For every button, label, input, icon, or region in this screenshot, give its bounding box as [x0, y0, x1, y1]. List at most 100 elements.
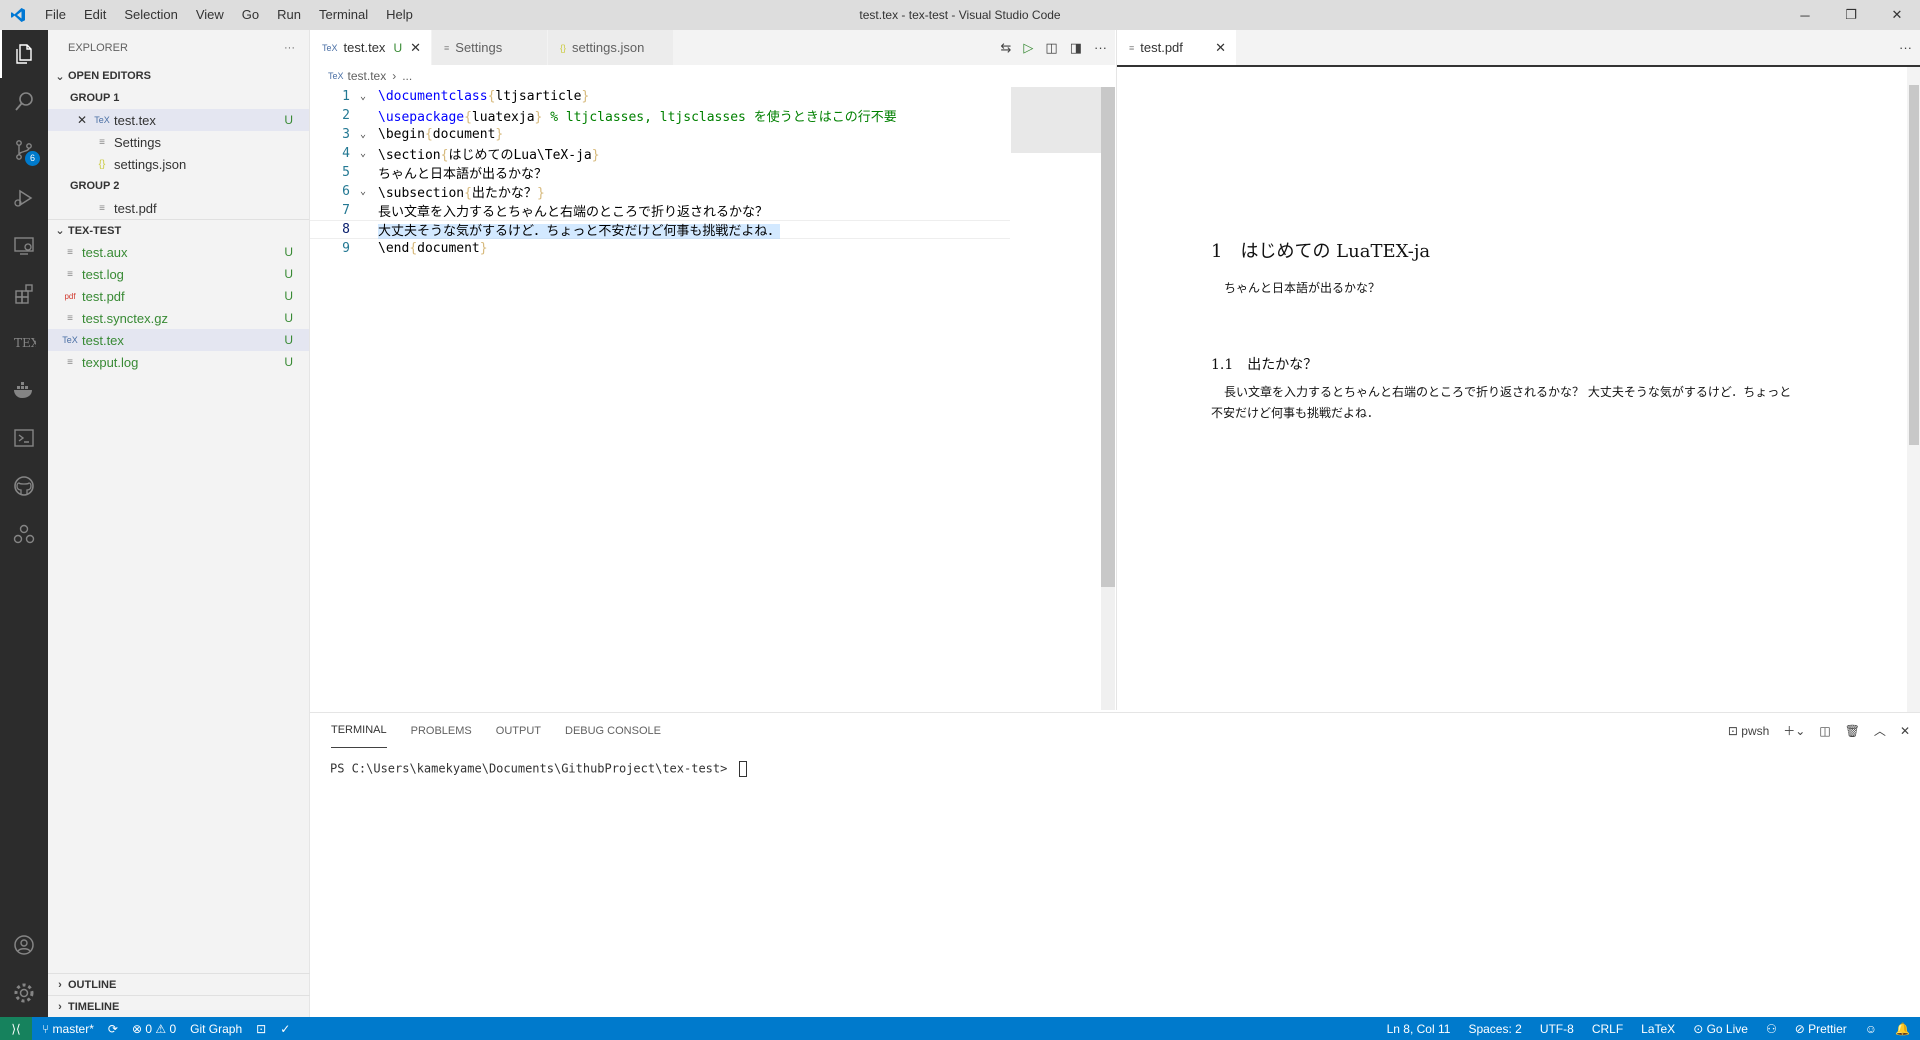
- menu-selection[interactable]: Selection: [115, 0, 186, 30]
- notifications-icon[interactable]: 🔔: [1895, 1022, 1910, 1036]
- close-window-icon[interactable]: ✕: [1874, 0, 1920, 30]
- git-graph-button[interactable]: Git Graph: [190, 1022, 242, 1036]
- new-terminal-icon[interactable]: ＋⌄: [1783, 722, 1805, 739]
- close-icon[interactable]: ✕: [1215, 40, 1226, 56]
- end-of-line[interactable]: CRLF: [1592, 1022, 1623, 1036]
- minimap[interactable]: [1011, 87, 1101, 153]
- live-share-icon[interactable]: [0, 510, 48, 558]
- remote-explorer-icon[interactable]: [0, 222, 48, 270]
- minimize-icon[interactable]: ─: [1782, 0, 1828, 30]
- gear-icon[interactable]: [0, 969, 48, 1017]
- file-test-aux[interactable]: ≡ test.aux U: [48, 241, 309, 263]
- code-line[interactable]: 2 \usepackage{luatexja} % ltjclasses, ltj…: [310, 106, 1010, 125]
- file-test-synctex[interactable]: ≡ test.synctex.gz U: [48, 307, 309, 329]
- restore-icon[interactable]: ❐: [1828, 0, 1874, 30]
- menu-help[interactable]: Help: [377, 0, 422, 30]
- explorer-icon[interactable]: [0, 30, 48, 78]
- sync-icon[interactable]: ⟳: [108, 1022, 118, 1036]
- trash-icon[interactable]: 🗑: [1845, 724, 1860, 738]
- code-line[interactable]: 3 ⌄ \begin{document}: [310, 125, 1010, 144]
- tab-test-pdf[interactable]: ≡ test.pdf ✕: [1117, 30, 1237, 65]
- menu-run[interactable]: Run: [268, 0, 310, 30]
- breadcrumb-file[interactable]: test.tex: [348, 69, 387, 83]
- menu-edit[interactable]: Edit: [75, 0, 115, 30]
- open-editor-settings-json[interactable]: {} settings.json: [48, 153, 309, 175]
- menu-terminal[interactable]: Terminal: [310, 0, 377, 30]
- split-terminal-icon[interactable]: ◫: [1819, 724, 1830, 738]
- code-line[interactable]: 7 長い文章を入力するとちゃんと右端のところで折り返されるかな？: [310, 201, 1010, 220]
- code-editor[interactable]: 1 ⌄ \documentclass{ltjsarticle} 2 \usepackag…: [310, 87, 1010, 258]
- check-icon[interactable]: ✓: [280, 1022, 290, 1036]
- tab-problems[interactable]: PROBLEMS: [411, 713, 472, 748]
- menu-go[interactable]: Go: [233, 0, 268, 30]
- timeline-section[interactable]: › TIMELINE: [48, 995, 310, 1017]
- file-test-pdf[interactable]: pdf test.pdf U: [48, 285, 309, 307]
- powershell-icon[interactable]: [0, 414, 48, 462]
- folder-section[interactable]: ⌄ TEX-TEST: [48, 219, 309, 241]
- run-debug-icon[interactable]: [0, 174, 48, 222]
- maximize-panel-icon[interactable]: ︿: [1874, 722, 1886, 739]
- run-icon[interactable]: ▷: [1023, 40, 1033, 56]
- fold-chevron-icon[interactable]: ⌄: [354, 91, 372, 102]
- code-line[interactable]: 5 ちゃんと日本語が出るかな？: [310, 163, 1010, 182]
- branch-indicator[interactable]: ⑂ master*: [42, 1022, 94, 1036]
- code-line[interactable]: 1 ⌄ \documentclass{ltjsarticle}: [310, 87, 1010, 106]
- code-line[interactable]: 8 大丈夫そうな気がするけど．ちょっと不安だけど何事も挑戦だよね．: [310, 220, 1010, 239]
- tab-settings[interactable]: ≡ Settings: [432, 30, 549, 65]
- scrollbar-thumb[interactable]: [1909, 85, 1919, 445]
- pdf-scrollbar[interactable]: [1907, 67, 1920, 712]
- close-icon[interactable]: ✕: [74, 113, 90, 127]
- language-mode[interactable]: LaTeX: [1641, 1022, 1675, 1036]
- file-test-tex[interactable]: TeX test.tex U: [48, 329, 309, 351]
- extensions-icon[interactable]: [0, 270, 48, 318]
- accounts-icon[interactable]: [0, 921, 48, 969]
- close-icon[interactable]: ✕: [410, 40, 421, 56]
- fold-chevron-icon[interactable]: ⌄: [354, 186, 372, 197]
- more-actions-icon[interactable]: ···: [284, 42, 295, 54]
- tab-output[interactable]: OUTPUT: [496, 713, 541, 748]
- github-icon[interactable]: [0, 462, 48, 510]
- close-panel-icon[interactable]: ✕: [1900, 724, 1910, 738]
- scrollbar-thumb[interactable]: [1101, 87, 1115, 587]
- go-live-button[interactable]: ⊙ Go Live: [1693, 1022, 1748, 1036]
- open-changes-icon[interactable]: ⇆: [1001, 40, 1012, 56]
- editor-scrollbar[interactable]: [1101, 87, 1115, 710]
- tab-settings-json[interactable]: {} settings.json: [548, 30, 675, 65]
- pdf-viewer[interactable]: 1 はじめての LuaTEX-ja ちゃんと日本語が出るかな？ 1.1 出たかな…: [1117, 65, 1920, 712]
- prettier-button[interactable]: ⊘ Prettier: [1795, 1022, 1847, 1036]
- code-line[interactable]: 9 \end{document}: [310, 239, 1010, 258]
- breadcrumb-symbol[interactable]: ...: [402, 69, 412, 83]
- open-editor-settings[interactable]: ≡ Settings: [48, 131, 309, 153]
- terminal-output[interactable]: PS C:\Users\kamekyame\Documents\GithubPr…: [330, 761, 747, 777]
- file-texput-log[interactable]: ≡ texput.log U: [48, 351, 309, 373]
- search-icon[interactable]: [0, 78, 48, 126]
- indentation[interactable]: Spaces: 2: [1468, 1022, 1521, 1036]
- tex-icon[interactable]: TEX: [0, 318, 48, 366]
- source-control-icon[interactable]: 6: [0, 126, 48, 174]
- feedback-icon[interactable]: ☺: [1865, 1022, 1877, 1036]
- encoding[interactable]: UTF-8: [1540, 1022, 1574, 1036]
- more-actions-icon[interactable]: ···: [1094, 40, 1107, 55]
- docker-icon[interactable]: [0, 366, 48, 414]
- preview-icon[interactable]: ◫: [1045, 40, 1057, 56]
- terminal-icon[interactable]: ⊡: [256, 1022, 266, 1036]
- fold-chevron-icon[interactable]: ⌄: [354, 129, 372, 140]
- terminal-shell-selector[interactable]: ⊡ pwsh: [1728, 724, 1769, 738]
- code-line[interactable]: 6 ⌄ \subsection{出たかな？}: [310, 182, 1010, 201]
- fold-chevron-icon[interactable]: ⌄: [354, 148, 372, 159]
- cursor-position[interactable]: Ln 8, Col 11: [1387, 1022, 1451, 1036]
- tab-terminal[interactable]: TERMINAL: [331, 713, 387, 748]
- menu-view[interactable]: View: [187, 0, 233, 30]
- open-editors-section[interactable]: ⌄ OPEN EDITORS: [48, 65, 309, 87]
- code-line[interactable]: 4 ⌄ \section{はじめてのLua\TeX-ja}: [310, 144, 1010, 163]
- split-editor-icon[interactable]: ◨: [1070, 40, 1082, 56]
- tab-test-tex[interactable]: TeX test.tex U ✕: [310, 30, 433, 65]
- more-actions-icon[interactable]: ···: [1899, 40, 1912, 55]
- file-test-log[interactable]: ≡ test.log U: [48, 263, 309, 285]
- tab-debug-console[interactable]: DEBUG CONSOLE: [565, 713, 661, 748]
- outline-section[interactable]: › OUTLINE: [48, 973, 310, 995]
- open-editor-test-tex[interactable]: ✕ TeX test.tex U: [48, 109, 309, 131]
- problems-indicator[interactable]: ⊗ 0 ⚠ 0: [132, 1022, 176, 1036]
- menu-file[interactable]: File: [36, 0, 75, 30]
- open-editor-test-pdf[interactable]: ≡ test.pdf: [48, 197, 309, 219]
